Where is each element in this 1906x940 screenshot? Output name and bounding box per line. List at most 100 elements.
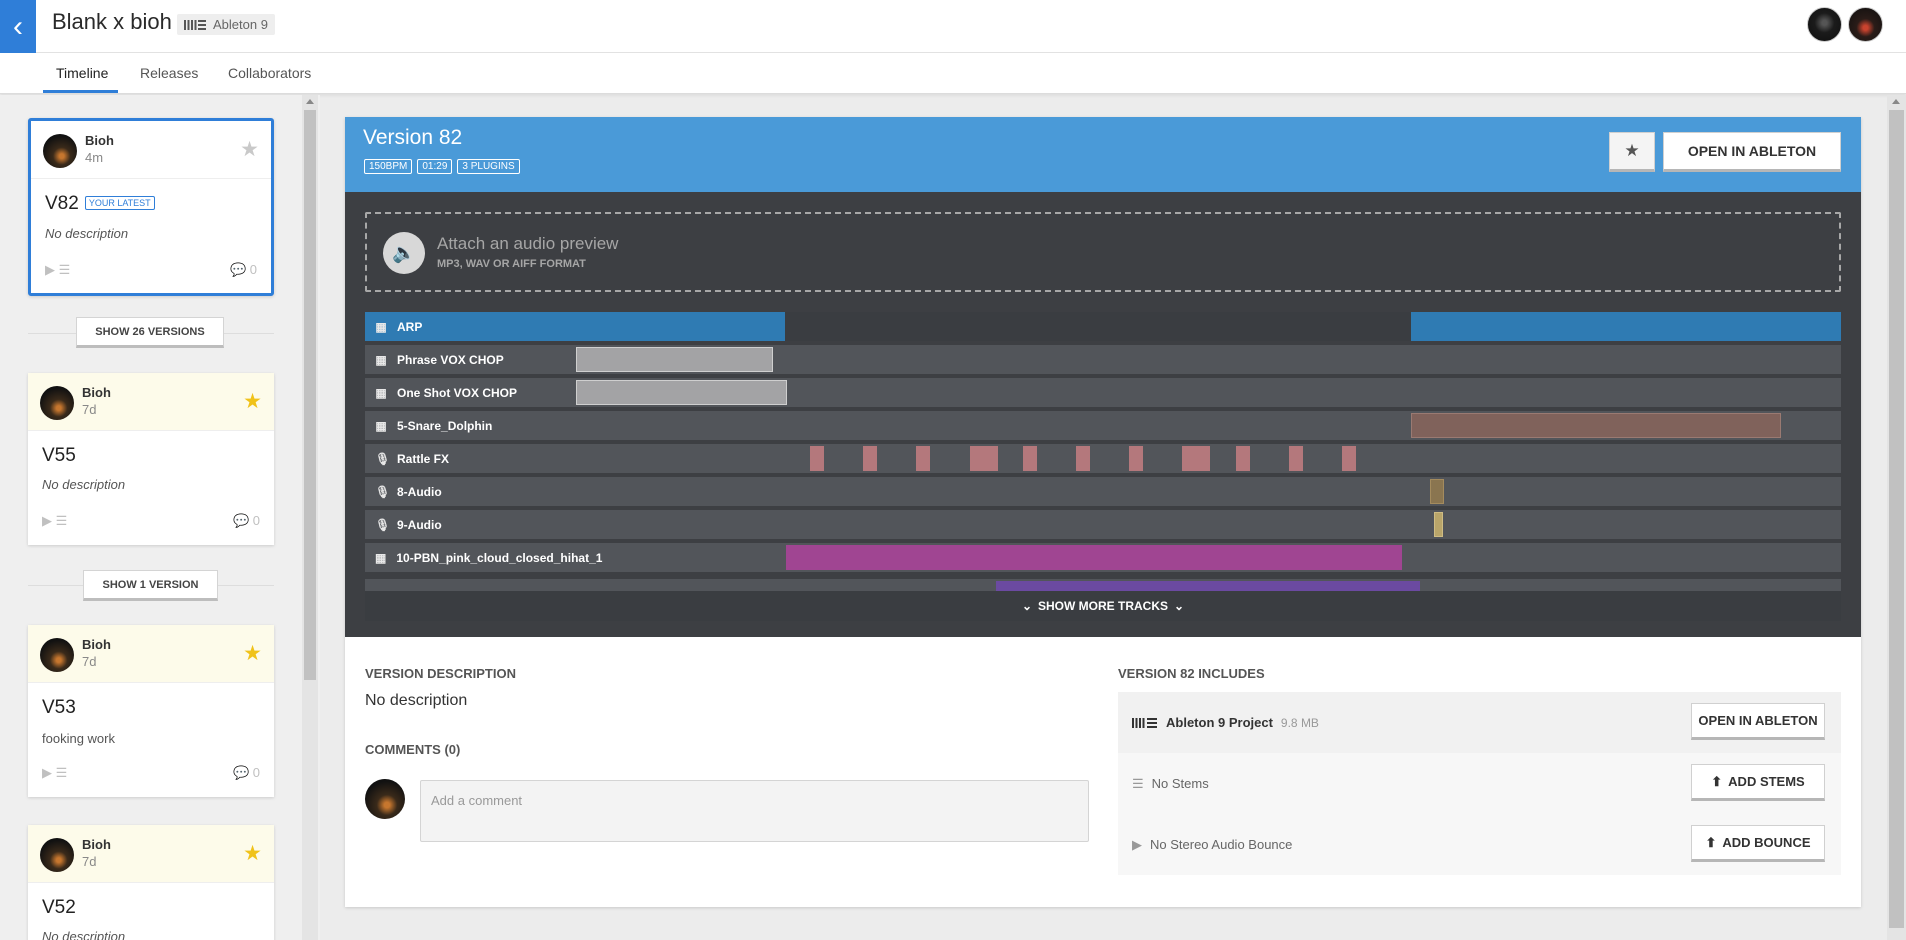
play-icon[interactable]: ▶ bbox=[42, 513, 52, 528]
version-title: Version 82 bbox=[363, 126, 463, 149]
track-clip bbox=[1411, 413, 1781, 438]
active-tab-indicator bbox=[43, 90, 118, 93]
track-clip bbox=[1342, 446, 1356, 471]
play-icon[interactable]: ▶ bbox=[42, 765, 52, 780]
avatar bbox=[40, 838, 74, 872]
midi-icon: ▦ bbox=[375, 550, 387, 565]
version-card-header: Bioh 7d ★ bbox=[28, 373, 274, 431]
duration-chip: 01:29 bbox=[417, 159, 453, 174]
version-card-v55[interactable]: Bioh 7d ★ V55 No description ▶ ☰ 💬 0 bbox=[28, 373, 274, 545]
midi-icon: ▦ bbox=[375, 385, 387, 400]
tab-bar: Timeline Releases Collaborators bbox=[0, 53, 1906, 94]
daw-badge: Ableton 9 bbox=[177, 14, 275, 35]
track-row[interactable]: ▦ Phrase VOX CHOP bbox=[365, 345, 1841, 374]
midi-icon: ▦ bbox=[375, 418, 387, 433]
chevron-down-icon: ⌄ bbox=[1021, 599, 1032, 613]
include-label: Ableton 9 Project 9.8 MB bbox=[1132, 692, 1319, 753]
star-icon[interactable]: ★ bbox=[243, 841, 262, 866]
version-card-v52[interactable]: Bioh 7d ★ V52 No description bbox=[28, 825, 274, 940]
mic-icon: 🎙 bbox=[375, 484, 391, 499]
track-label: ▦ 10-PBN_pink_cloud_closed_hihat_1 bbox=[375, 550, 603, 565]
add-bounce-button[interactable]: ⬆ ADD BOUNCE bbox=[1691, 825, 1825, 862]
collaborator-avatar[interactable] bbox=[1807, 7, 1842, 42]
version-card-header: Bioh 4m ★ bbox=[31, 121, 271, 179]
track-row[interactable]: ▦ 10-PBN_pink_cloud_closed_hihat_1 bbox=[365, 543, 1841, 572]
track-label: 🎙 Rattle FX bbox=[375, 451, 450, 466]
track-row[interactable]: 🎙 8-Audio bbox=[365, 477, 1841, 506]
version-detail-panel: Version 82 150BPM 01:29 3 PLUGINS ★ OPEN… bbox=[345, 117, 1861, 907]
version-author: Bioh bbox=[85, 133, 114, 148]
audio-preview-dropzone[interactable]: 🔈 Attach an audio preview MP3, WAV OR AI… bbox=[365, 212, 1841, 292]
latest-badge: YOUR LATEST bbox=[84, 196, 155, 210]
include-row-project: Ableton 9 Project 9.8 MB OPEN IN ABLETON bbox=[1118, 692, 1841, 753]
show-more-tracks-button[interactable]: ⌄ SHOW MORE TRACKS ⌄ bbox=[365, 591, 1841, 621]
track-row[interactable]: 🎙 9-Audio bbox=[365, 510, 1841, 539]
track-row[interactable]: ▦ 5-Snare_Dolphin bbox=[365, 411, 1841, 440]
version-actions: ▶ ☰ bbox=[42, 513, 67, 529]
tab-releases[interactable]: Releases bbox=[140, 65, 198, 81]
comment-input[interactable]: Add a comment bbox=[420, 780, 1089, 842]
file-size: 9.8 MB bbox=[1280, 715, 1319, 730]
version-description-text: No description bbox=[365, 692, 468, 709]
open-in-ableton-button[interactable]: OPEN IN ABLETON bbox=[1663, 132, 1841, 172]
track-clip bbox=[863, 446, 877, 471]
audio-preview-subtitle: MP3, WAV OR AIFF FORMAT bbox=[437, 258, 586, 270]
track-row[interactable]: ▦ One Shot VOX CHOP bbox=[365, 378, 1841, 407]
comment-icon: 💬 bbox=[232, 765, 250, 780]
track-clip bbox=[786, 545, 1402, 570]
track-label: 🎙 9-Audio bbox=[375, 517, 442, 532]
bpm-chip: 150BPM bbox=[364, 159, 413, 174]
version-card-v53[interactable]: Bioh 7d ★ V53 fooking work ▶ ☰ 💬 0 bbox=[28, 625, 274, 797]
open-in-ableton-button[interactable]: OPEN IN ABLETON bbox=[1691, 703, 1825, 740]
version-card-header: Bioh 7d ★ bbox=[28, 825, 274, 883]
list-icon[interactable]: ☰ bbox=[59, 262, 71, 277]
track-row[interactable]: ▦ ARP bbox=[365, 312, 1841, 341]
user-avatar[interactable] bbox=[1848, 7, 1883, 42]
main-scrollbar-thumb[interactable] bbox=[1889, 110, 1904, 928]
track-clip bbox=[970, 446, 998, 471]
show-versions-button[interactable]: SHOW 26 VERSIONS bbox=[76, 317, 224, 348]
chevron-left-icon: ‹ bbox=[13, 9, 23, 43]
version-description-heading: VERSION DESCRIPTION bbox=[365, 666, 516, 681]
star-icon: ★ bbox=[1624, 141, 1640, 160]
track-clip bbox=[916, 446, 930, 471]
track-row[interactable]: 🎙 Rattle FX bbox=[365, 444, 1841, 473]
mic-icon: 🎙 bbox=[375, 451, 391, 466]
play-icon: ▶ bbox=[1132, 836, 1142, 852]
track-clip bbox=[1289, 446, 1303, 471]
list-icon: ☰ bbox=[1132, 775, 1144, 791]
version-actions: ▶ ☰ bbox=[42, 765, 67, 781]
track-clip bbox=[1076, 446, 1090, 471]
version-description: fooking work bbox=[42, 731, 115, 746]
version-header: Version 82 150BPM 01:29 3 PLUGINS ★ OPEN… bbox=[345, 117, 1861, 192]
list-icon[interactable]: ☰ bbox=[56, 765, 68, 780]
version-meta: 150BPM 01:29 3 PLUGINS bbox=[364, 159, 520, 174]
speaker-icon: 🔈 bbox=[383, 232, 425, 274]
version-author: Bioh bbox=[82, 837, 111, 852]
star-version-button[interactable]: ★ bbox=[1609, 132, 1655, 172]
track-clip bbox=[1129, 446, 1143, 471]
comment-icon: 💬 bbox=[229, 262, 247, 277]
star-icon[interactable]: ★ bbox=[243, 389, 262, 414]
track-label: ▦ One Shot VOX CHOP bbox=[375, 385, 518, 400]
include-row-bounce: ▶ No Stereo Audio Bounce ⬆ ADD BOUNCE bbox=[1118, 814, 1841, 875]
track-clip bbox=[1411, 312, 1841, 341]
include-label: ▶ No Stereo Audio Bounce bbox=[1132, 836, 1293, 853]
track-clip bbox=[810, 446, 824, 471]
sidebar-scrollbar-thumb[interactable] bbox=[304, 110, 316, 680]
top-bar: ‹ Blank x bioh Ableton 9 bbox=[0, 0, 1906, 53]
show-version-button[interactable]: SHOW 1 VERSION bbox=[83, 570, 218, 601]
list-icon[interactable]: ☰ bbox=[56, 513, 68, 528]
add-stems-button[interactable]: ⬆ ADD STEMS bbox=[1691, 764, 1825, 801]
star-icon[interactable]: ★ bbox=[243, 641, 262, 666]
back-button[interactable]: ‹ bbox=[0, 0, 36, 53]
plugins-chip[interactable]: 3 PLUGINS bbox=[457, 159, 520, 174]
version-card-v82[interactable]: Bioh 4m ★ V82 YOUR LATEST No description … bbox=[28, 118, 274, 296]
scroll-up-arrow-icon[interactable] bbox=[306, 99, 314, 104]
ableton-icon bbox=[184, 19, 206, 30]
tab-timeline[interactable]: Timeline bbox=[56, 65, 108, 81]
play-icon[interactable]: ▶ bbox=[45, 262, 55, 277]
star-icon[interactable]: ★ bbox=[240, 137, 259, 162]
tab-collaborators[interactable]: Collaborators bbox=[228, 65, 311, 81]
scroll-up-arrow-icon[interactable] bbox=[1892, 99, 1900, 104]
